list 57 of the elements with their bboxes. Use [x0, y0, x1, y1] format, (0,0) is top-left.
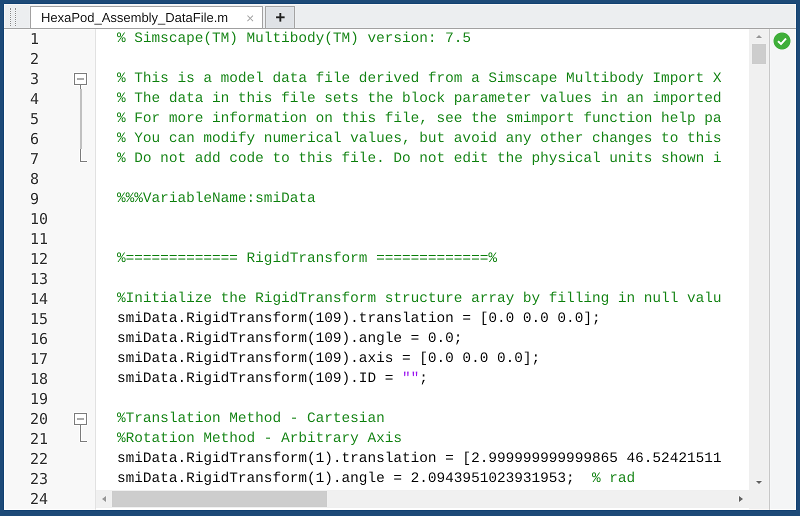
code-line: % The data in this file sets the block parameter values in an imported — [117, 91, 722, 107]
line-number: 1 — [29, 30, 40, 48]
code-line: % This is a model data file derived from a Simscape Multibody Import X — [117, 71, 722, 87]
line-number: 24 — [29, 490, 50, 508]
code-line: smiData.RigidTransform(1).angle = 2.0943951023931953; % rad — [117, 471, 636, 487]
line-number: 19 — [29, 390, 50, 408]
fold-icon[interactable] — [74, 413, 87, 429]
scroll-thumb[interactable] — [112, 491, 327, 507]
line-number: 22 — [29, 450, 50, 468]
line-number: 14 — [29, 290, 50, 308]
scroll-thumb[interactable] — [752, 44, 766, 64]
line-number: 8 — [29, 170, 40, 188]
line-number: 3 — [29, 70, 40, 88]
line-number: 13 — [29, 270, 50, 288]
code-line: smiData.RigidTransform(109).axis = [0.0 0.0 0.0]; — [117, 351, 540, 367]
code-line: %%%VariableName:smiData — [117, 191, 316, 207]
vertical-scrollbar[interactable] — [749, 29, 769, 510]
code-line: % For more information on this file, see the smimport function help pa — [117, 111, 722, 127]
line-number: 11 — [29, 230, 50, 248]
line-number: 4 — [29, 90, 40, 108]
line-number: 15 — [29, 310, 50, 328]
fold-end-line — [80, 429, 86, 442]
line-number: 6 — [29, 130, 40, 148]
scroll-right-icon[interactable] — [739, 496, 743, 502]
check-icon — [773, 32, 791, 50]
grip-handle[interactable] — [10, 8, 16, 26]
code-line: % Do not add code to this file. Do not edit the physical units shown i — [117, 151, 722, 167]
scroll-left-icon[interactable] — [102, 496, 106, 502]
line-number: 5 — [29, 110, 40, 128]
scroll-up-icon[interactable] — [756, 35, 762, 38]
line-number: 17 — [29, 350, 50, 368]
line-number: 9 — [29, 190, 40, 208]
line-number: 7 — [29, 150, 40, 168]
fold-icon[interactable] — [74, 73, 87, 89]
code-line: %============= RigidTransform =============% — [117, 251, 497, 267]
code-line: smiData.RigidTransform(109).angle = 0.0; — [117, 331, 462, 347]
scroll-down-icon[interactable] — [756, 481, 762, 484]
line-number: 18 — [29, 370, 50, 388]
code-line: smiData.RigidTransform(109).ID = ""; — [117, 371, 428, 387]
editor-tab[interactable]: HexaPod_Assembly_DataFile.m × — [30, 6, 264, 28]
code-line: %Translation Method - Cartesian — [117, 411, 385, 427]
line-number: 21 — [29, 430, 50, 448]
code-line: %Rotation Method - Arbitrary Axis — [117, 431, 402, 447]
line-number: 10 — [29, 210, 50, 228]
code-line: smiData.RigidTransform(109).translation = [0.0 0.0 0.0]; — [117, 311, 601, 327]
line-number: 16 — [29, 330, 50, 348]
horizontal-scrollbar[interactable] — [96, 490, 749, 508]
code-line: % Simscape(TM) Multibody(TM) version: 7.5 — [117, 31, 472, 47]
code-line: smiData.RigidTransform(1).translation = [2.999999999999865 46.52421511 — [117, 451, 722, 467]
editor-tab[interactable]: + — [265, 6, 296, 28]
fold-end-line — [80, 149, 86, 162]
line-number: 23 — [29, 470, 50, 488]
line-number: 12 — [29, 250, 50, 268]
line-number: 20 — [29, 410, 50, 428]
code-line: %Initialize the RigidTransform structure array by filling in null valu — [117, 291, 722, 307]
line-number: 2 — [29, 50, 40, 68]
code-line: % You can modify numerical values, but avoid any other changes to this — [117, 131, 722, 147]
